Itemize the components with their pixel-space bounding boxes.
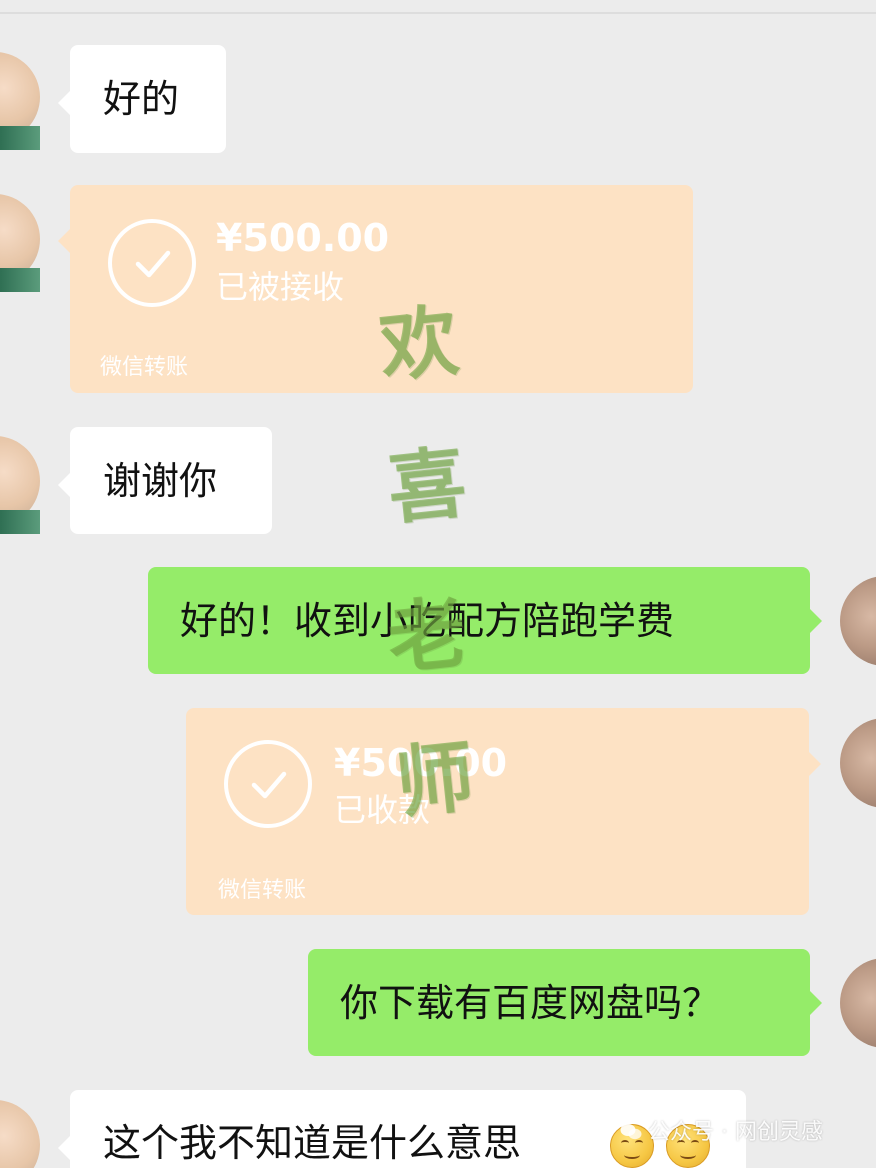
transfer-amount: ¥500.00	[216, 216, 390, 260]
contact-avatar[interactable]	[0, 186, 40, 292]
my-avatar[interactable]	[836, 950, 876, 1056]
wechat-icon	[620, 1123, 642, 1141]
message-text: 好的	[103, 77, 180, 121]
contact-avatar[interactable]	[0, 428, 40, 534]
message-text: 你下载有百度网盘吗？	[340, 980, 721, 1025]
message-bubble[interactable]: 好的	[58, 45, 226, 153]
my-avatar[interactable]	[836, 568, 876, 674]
transfer-footer: 微信转账	[218, 878, 307, 903]
message-bubble[interactable]: 好的！收到小吃配方陪跑学费	[148, 567, 822, 674]
contact-avatar[interactable]	[0, 1092, 40, 1168]
message-text: 这个我不知道是什么意思	[103, 1121, 522, 1165]
check-circle-icon	[108, 219, 196, 307]
contact-avatar[interactable]	[0, 44, 40, 150]
check-circle-icon	[224, 740, 312, 828]
my-avatar[interactable]	[836, 710, 876, 816]
watermark-char: 喜	[383, 437, 471, 536]
transfer-footer: 微信转账	[100, 355, 189, 380]
transfer-card[interactable]: ¥500.00 已收款 微信转账	[186, 708, 821, 915]
message-text: 谢谢你	[103, 458, 218, 503]
watermark-char: 老	[383, 587, 471, 686]
top-divider	[0, 12, 876, 14]
attribution-label: 公众号 · 网创灵感	[620, 1122, 823, 1144]
transfer-status: 已被接收	[216, 268, 345, 306]
attribution-text: 公众号 · 网创灵感	[648, 1120, 823, 1145]
message-bubble[interactable]: 谢谢你	[58, 427, 272, 534]
message-bubble[interactable]: 你下载有百度网盘吗？	[308, 949, 822, 1056]
chat-screen: 好的 ¥500.00 已被接收 微信转账 谢谢你 好的！收到小吃配方陪跑学费 ¥…	[0, 0, 876, 1168]
watermark-char: 欢	[375, 295, 463, 394]
watermark-char: 师	[391, 731, 479, 830]
